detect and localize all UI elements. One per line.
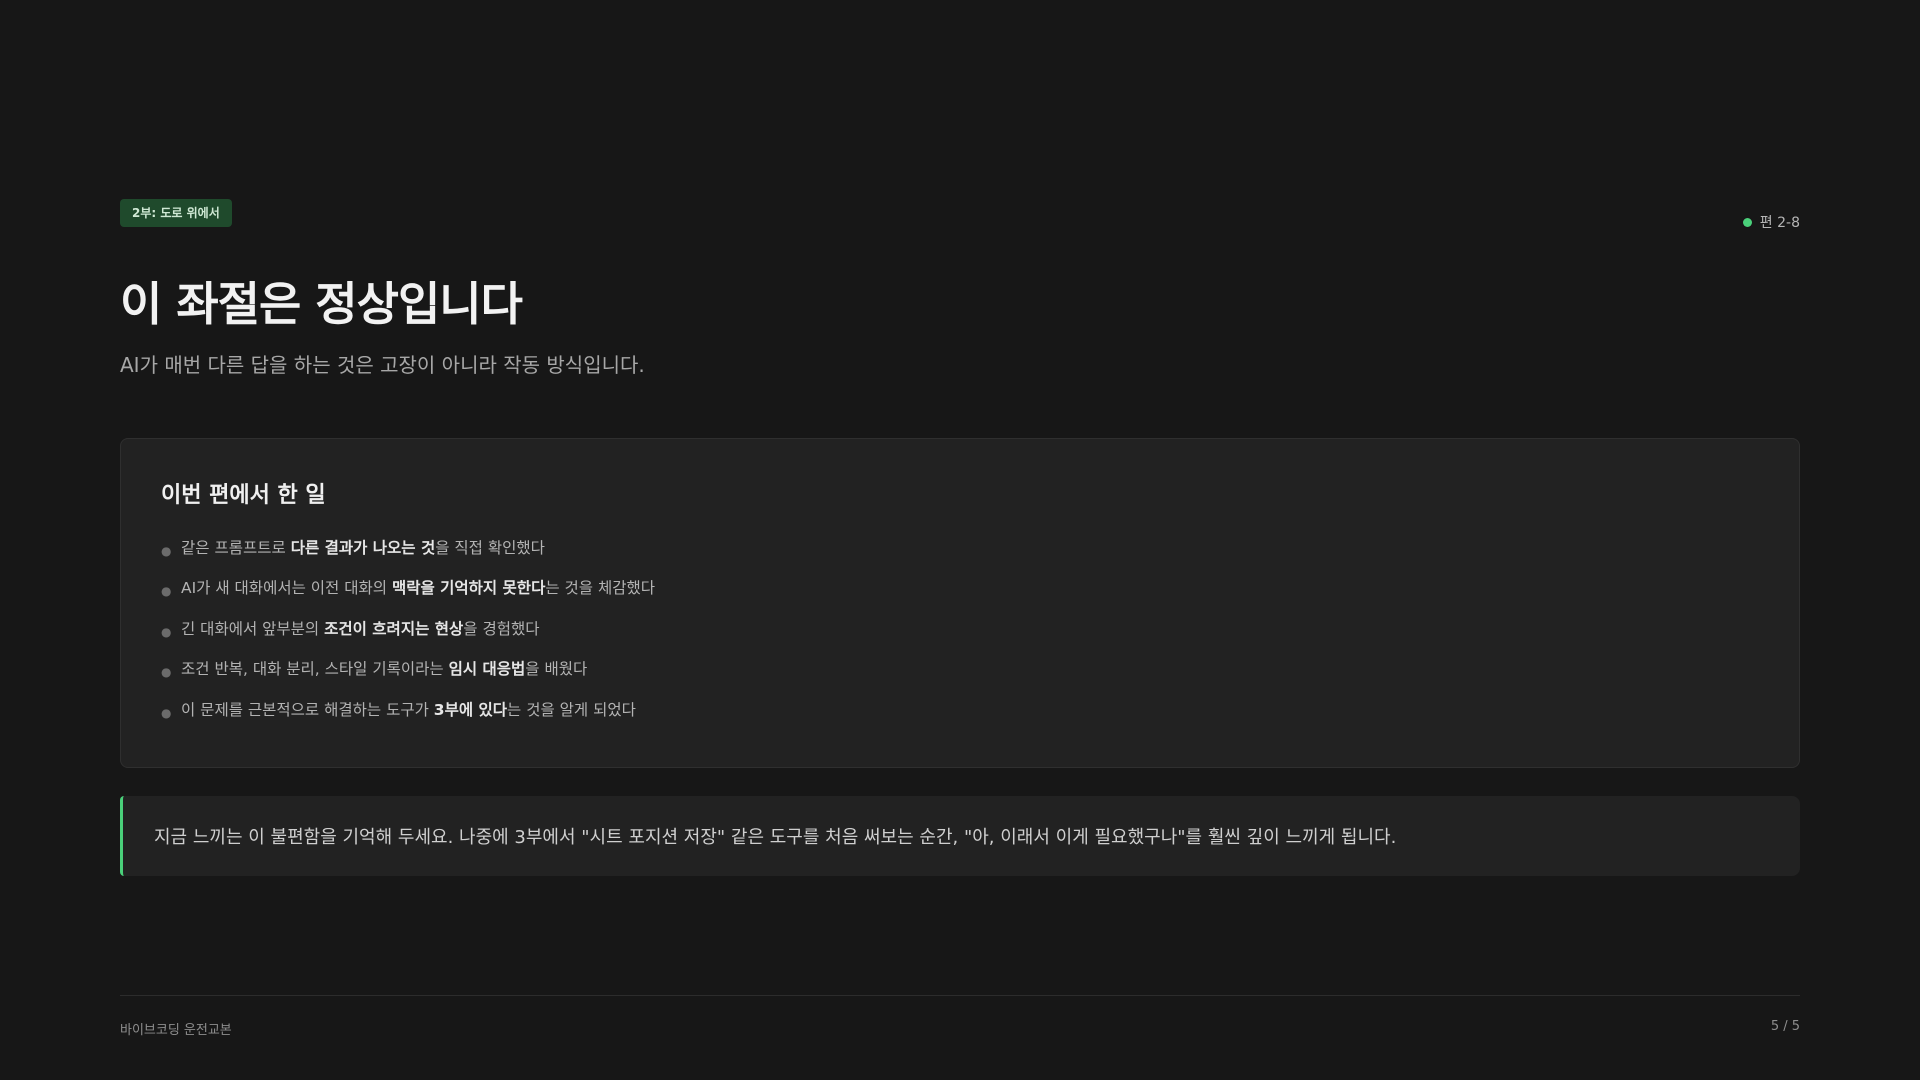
footer: 바이브코딩 운전교본 5 / 5 (120, 995, 1800, 1038)
status-dot-icon (1742, 217, 1752, 227)
bullet-icon: ● (161, 543, 172, 558)
summary-card: 이번 편에서 한 일 ● 같은 프롬프트로 다른 결과가 나오는 것을 직접 확… (120, 437, 1800, 768)
bullet-icon: ● (161, 705, 172, 720)
summary-heading: 이번 편에서 한 일 (161, 482, 326, 508)
slide-content: 2부: 도로 위에서 편 2-8 이 좌절은 정상입니다 AI가 매번 다른 답… (120, 199, 1800, 876)
summary-list: ● 같은 프롬프트로 다른 결과가 나오는 것을 직접 확인했다 ● AI가 새… (161, 537, 1759, 721)
bullet-icon: ● (161, 624, 172, 639)
episode-indicator: 편 2-8 (1742, 212, 1800, 232)
bullet-icon: ● (161, 665, 172, 680)
page-title: 이 좌절은 정상입니다 (120, 277, 523, 331)
page-indicator: 5 / 5 (1770, 1019, 1800, 1034)
bullet-icon: ● (161, 584, 172, 599)
list-item: ● AI가 새 대화에서는 이전 대화의 맥락을 기억하지 못한다는 것을 체감… (161, 577, 1759, 599)
episode-label: 편 2-8 (1759, 215, 1800, 231)
book-title: 바이브코딩 운전교본 (120, 1023, 232, 1038)
list-item: ● 이 문제를 근본적으로 해결하는 도구가 3부에 있다는 것을 알게 되었다 (161, 699, 1759, 721)
header-row: 2부: 도로 위에서 편 2-8 (120, 199, 1800, 231)
callout-text: 지금 느끼는 이 불편함을 기억해 두세요. 나중에 3부에서 "시트 포지션 … (154, 826, 1397, 848)
part-badge: 2부: 도로 위에서 (120, 199, 232, 227)
page-subtitle: AI가 매번 다른 답을 하는 것은 고장이 아니라 작동 방식입니다. (120, 352, 645, 377)
list-item: ● 조건 반복, 대화 분리, 스타일 기록이라는 임시 대응법을 배웠다 (161, 658, 1759, 680)
slide-page: 2부: 도로 위에서 편 2-8 이 좌절은 정상입니다 AI가 매번 다른 답… (0, 0, 1920, 1080)
callout-box: 지금 느끼는 이 불편함을 기억해 두세요. 나중에 3부에서 "시트 포지션 … (120, 795, 1800, 876)
list-item: ● 같은 프롬프트로 다른 결과가 나오는 것을 직접 확인했다 (161, 537, 1759, 559)
list-item: ● 긴 대화에서 앞부분의 조건이 흐려지는 현상을 경험했다 (161, 618, 1759, 640)
